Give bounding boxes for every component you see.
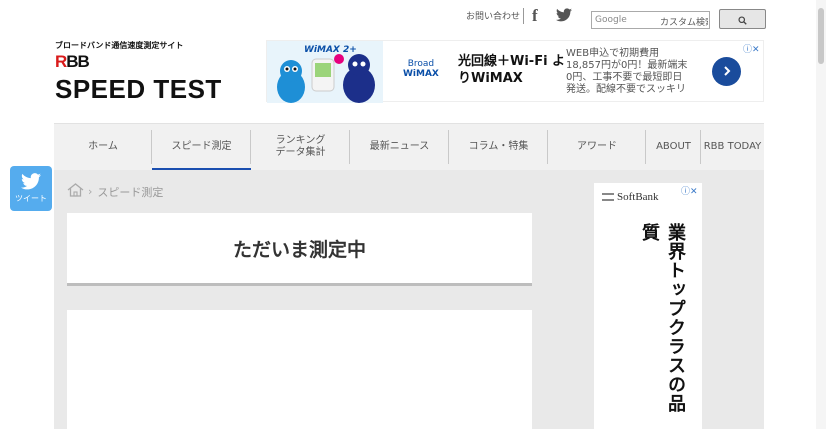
logo-subtitle: ブロードバンド通信速度測定サイト	[55, 41, 184, 50]
search-button[interactable]	[719, 9, 766, 29]
ad-brand-line1: Broad	[407, 59, 435, 69]
nav-label: RBB TODAY	[703, 141, 762, 152]
nav-label: ABOUT	[656, 141, 691, 152]
home-icon[interactable]	[67, 183, 84, 200]
search-custom-label: カスタム検索	[660, 18, 708, 28]
nav-item-about[interactable]: ABOUT	[646, 124, 701, 170]
nav-item-rbb-today[interactable]: RBB TODAY	[701, 124, 764, 170]
tweet-button[interactable]: ツイート	[10, 166, 52, 211]
side-ad-copy: 業界トップクラスの品質	[639, 223, 686, 413]
ad-tag: WiMAX 2+	[304, 45, 357, 55]
adchoices-icon[interactable]: ⓘ✕	[681, 184, 698, 197]
side-ad-brand: SoftBank	[602, 191, 659, 203]
logo-title[interactable]: SPEED TEST	[55, 74, 222, 105]
nav-label: 最新ニュース	[369, 141, 430, 152]
utility-divider	[523, 8, 524, 24]
nav-label: アワード	[577, 141, 617, 152]
nav-item-ranking[interactable]: ランキング データ集計	[251, 124, 350, 170]
nav-item-news[interactable]: 最新ニュース	[350, 124, 449, 170]
nav-item-award[interactable]: アワード	[548, 124, 646, 170]
breadcrumb: › スピード測定	[67, 183, 163, 200]
header-ad[interactable]: WiMAX 2+ Broad WiMAX 光回線＋Wi-Fi よりWiMAX W…	[266, 40, 764, 103]
logo-rbb[interactable]: RBB	[55, 52, 90, 72]
ad-arrow-button[interactable]	[712, 57, 741, 86]
side-ad-brand-name: SoftBank	[617, 191, 659, 203]
result-card	[67, 310, 532, 429]
scrollbar[interactable]	[816, 0, 826, 429]
scrollbar-thumb[interactable]	[818, 8, 824, 64]
nav-label: ランキング データ集計	[275, 135, 326, 158]
tweet-label: ツイート	[15, 194, 47, 203]
ad-headline: 光回線＋Wi-Fi よりWiMAX	[458, 54, 566, 86]
nav-item-speed-test[interactable]: スピード測定	[152, 124, 251, 171]
softbank-logo-icon	[602, 193, 614, 201]
nav-label: ホーム	[88, 141, 118, 152]
ad-description: WEB申込で初期費用18,857円が0円！最新端末0円、工事不要で最短即日発送。…	[566, 48, 688, 95]
page: お問い合わせ f Google カスタム検索 ブロードバンド通信速度測定サイト …	[0, 0, 826, 429]
nav-label: コラム・特集	[468, 141, 529, 152]
logo-rbb-bb: BB	[66, 52, 90, 71]
search-icon	[738, 10, 747, 29]
facebook-icon[interactable]: f	[532, 6, 538, 26]
ad-brand-line2: WiMAX	[403, 69, 439, 79]
side-ad[interactable]: SoftBank ⓘ✕ 業界トップクラスの品質	[594, 183, 702, 429]
twitter-icon[interactable]	[556, 7, 572, 23]
nav-item-column[interactable]: コラム・特集	[449, 124, 548, 170]
ad-image: WiMAX 2+	[267, 41, 383, 103]
breadcrumb-current: スピード測定	[97, 185, 164, 199]
breadcrumb-separator: ›	[88, 185, 93, 198]
nav-item-home[interactable]: ホーム	[54, 124, 152, 170]
main-nav: ホーム スピード測定 ランキング データ集計 最新ニュース コラム・特集 アワー…	[54, 123, 764, 171]
adchoices-icon[interactable]: ⓘ✕	[743, 42, 760, 55]
logo-rbb-r: R	[55, 52, 67, 71]
status-card: ただいま測定中	[67, 213, 532, 286]
ad-brand: Broad WiMAX	[403, 59, 439, 79]
chevron-right-icon	[721, 62, 733, 81]
contact-link[interactable]: お問い合わせ	[466, 9, 520, 22]
twitter-bird-icon	[21, 173, 41, 192]
status-heading: ただいま測定中	[232, 238, 366, 261]
utility-bar: お問い合わせ f Google カスタム検索	[0, 6, 826, 30]
search-input[interactable]: Google カスタム検索	[591, 11, 710, 29]
nav-label: スピード測定	[171, 141, 232, 152]
search-placeholder: Google	[595, 15, 627, 25]
